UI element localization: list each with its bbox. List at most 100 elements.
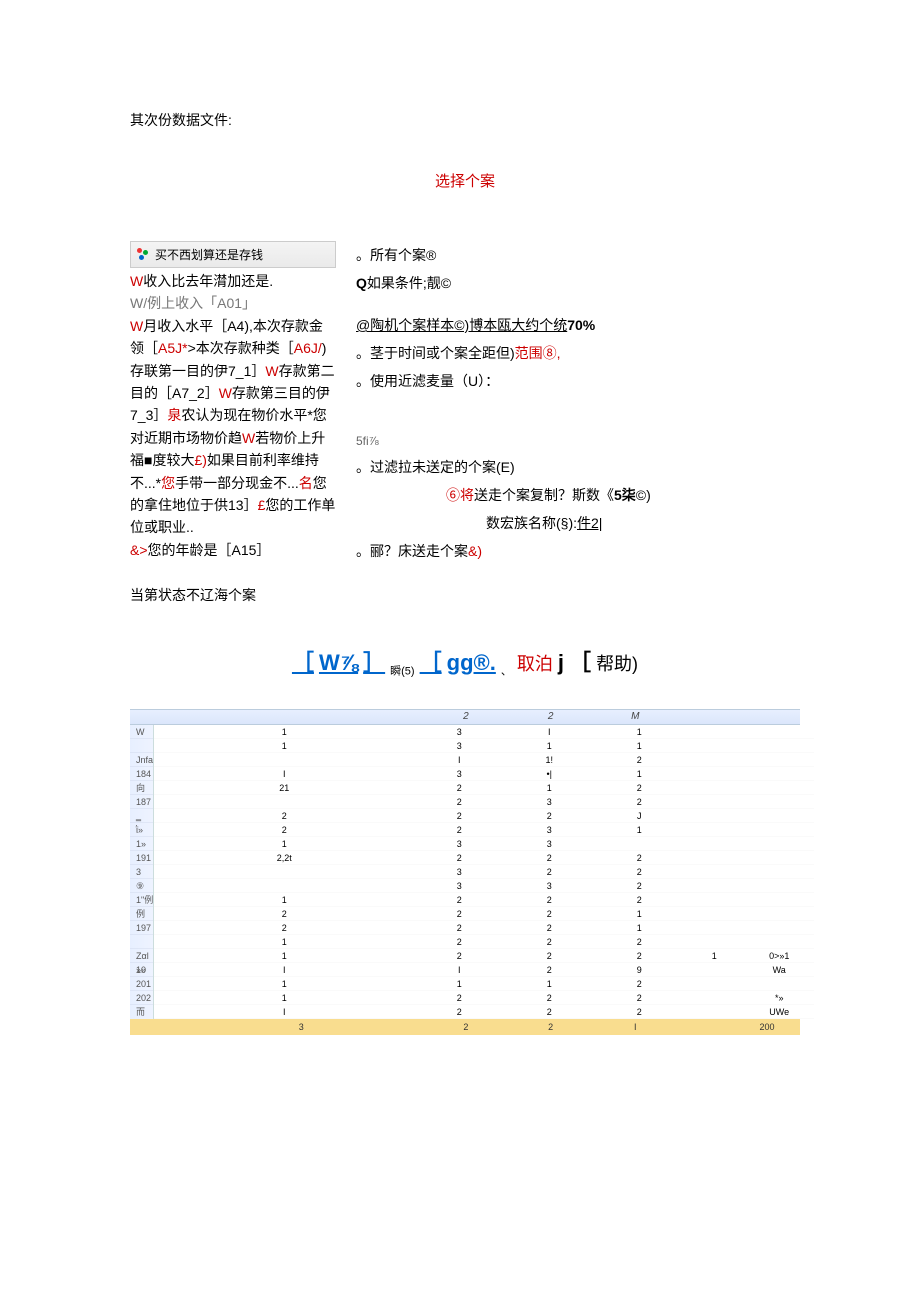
grid-cell: 2 — [504, 851, 594, 865]
grid-cell — [154, 879, 414, 893]
grid-cell: 1 — [154, 893, 414, 907]
grid-rowhead-cell: »0 — [130, 963, 153, 977]
var-marker: 泉 — [167, 407, 181, 423]
var-marker: W — [219, 385, 232, 401]
grid-cell: 1 — [504, 977, 594, 991]
option-time-range[interactable]: 茎于时间或个案全距但)范围⑧, — [356, 339, 800, 367]
grid-cell: 2 — [504, 935, 594, 949]
ad-banner: 买不西划算还是存钱 — [130, 241, 336, 268]
grid-cell: 2 — [154, 921, 414, 935]
option-prefix: ⑥将 — [446, 487, 474, 503]
option-prefix: Q — [356, 275, 367, 291]
grid-cell: 2 — [414, 851, 504, 865]
grid-cell — [684, 865, 744, 879]
status-line: 当第状态不辽海个案 — [130, 585, 800, 605]
grid-rowhead-cell: Jnfa 184 — [130, 753, 153, 767]
var-marker: &> — [130, 542, 148, 558]
grid-footer-cell: 3 — [179, 1022, 424, 1032]
hint-text: 5fi⅞ — [356, 429, 800, 453]
grid-cell — [744, 767, 814, 781]
grid-rowhead-cell: 201 — [130, 977, 153, 991]
grid-cell — [684, 935, 744, 949]
var-marker: W — [265, 363, 278, 379]
grid-cell: 1 — [154, 725, 414, 739]
grid-cell: 2 — [414, 893, 504, 907]
grid-cell: 3 — [414, 865, 504, 879]
option-filter-out[interactable]: 过滤拉未送定的个案(E) — [356, 453, 800, 481]
grid-cell — [154, 753, 414, 767]
grid-cell: 9 — [594, 963, 684, 977]
ok-button-fragment[interactable]: W⅞ — [319, 650, 358, 675]
grid-cell: 2 — [414, 991, 504, 1005]
grid-cell: 2 — [414, 795, 504, 809]
grid-rowhead-cell — [130, 739, 153, 753]
grid-cell: 2 — [154, 907, 414, 921]
grid-cell: 2 — [504, 809, 594, 823]
grid-cell: 1 — [154, 991, 414, 1005]
grid-cell: 2 — [594, 865, 684, 879]
grid-cell: 2 — [154, 823, 414, 837]
option-use-filter-var[interactable]: 使用近滤麦量（U）： — [356, 367, 800, 395]
option-suffix: 范围⑧, — [515, 345, 561, 361]
grid-cell: 2 — [414, 823, 504, 837]
grid-cell — [744, 865, 814, 879]
paste-button-fragment[interactable]: gg®. — [447, 650, 496, 675]
grid-footer-cell: 200 — [734, 1022, 800, 1032]
grid-cell: 2 — [414, 935, 504, 949]
grid-cell: 3 — [414, 879, 504, 893]
option-label: 送走个案复制？斯数《 — [474, 487, 614, 503]
grid-rowhead-column: WJnfa 184向187‗ῒ»1»1913⑨1"例例197Ζαl 1»»020… — [130, 725, 154, 1019]
grid-cell: 2 — [504, 963, 594, 977]
grid-cell: 1 — [594, 907, 684, 921]
grid-cell: 2 — [594, 795, 684, 809]
grid-cell: 3 — [504, 823, 594, 837]
grid-header-cell: M — [593, 711, 678, 722]
grid-cell: 21 — [154, 781, 414, 795]
grid-rowhead-cell: ῒ» — [130, 823, 153, 837]
grid-cell — [744, 809, 814, 823]
grid-header-cell: 2 — [508, 711, 593, 722]
dataset-name-row[interactable]: 数宏族名称(§):件2| — [356, 509, 800, 537]
grid-cell: 1 — [594, 767, 684, 781]
grid-cell: 2 — [414, 781, 504, 795]
help-button-fragment[interactable]: 帮助) — [596, 654, 638, 674]
grid-cell: 3 — [414, 739, 504, 753]
option-value: 5柒 — [614, 487, 636, 503]
grid-cell: 1 — [414, 977, 504, 991]
option-copy-selected[interactable]: ⑥将送走个案复制？斯数《5柒©) — [356, 481, 800, 509]
option-percent: 70% — [567, 317, 595, 333]
grid-rowhead-cell: W — [130, 725, 153, 739]
grid-cell: •| — [504, 767, 594, 781]
option-all-cases[interactable]: 所有个案® — [356, 241, 800, 269]
grid-cell: 2 — [594, 851, 684, 865]
options-panel: 所有个案® Q如果条件;靓© @陶机个案样本©)博本瓯大约个统70% 茎于时间或… — [356, 241, 800, 565]
grid-cell: 2 — [594, 935, 684, 949]
bracket: ［ — [569, 650, 591, 675]
grid-cell: 3 — [414, 767, 504, 781]
grid-cell — [744, 725, 814, 739]
bracket: ［ — [420, 650, 442, 675]
grid-cell: I — [154, 963, 414, 977]
option-if-condition[interactable]: Q如果条件;靓© — [356, 269, 800, 297]
option-random-sample[interactable]: @陶机个案样本©)博本瓯大约个统70% — [356, 311, 800, 339]
variable-list[interactable]: W收入比去年潸加还是. W/例上收入「A01」 W月收入水平［A4),本次存款金… — [130, 268, 336, 563]
grid-footer-cell: 2 — [424, 1022, 509, 1032]
grid-rowhead-cell: 1"例 — [130, 893, 153, 907]
grid-cell — [684, 739, 744, 753]
select-case-title: 选择个案 — [130, 170, 800, 191]
logo-dots-icon — [137, 248, 151, 262]
cancel-button-fragment[interactable]: 取泊 — [517, 654, 553, 674]
grid-rowhead-cell: 202而 — [130, 991, 153, 1005]
option-label: 茎于时间或个案全距但) — [370, 345, 515, 361]
data-grid[interactable]: 22M WJnfa 184向187‗ῒ»1»1913⑨1"例例197Ζαl 1»… — [130, 709, 800, 1035]
grid-footer-row: 322I200 — [130, 1019, 800, 1035]
grid-cell: 2 — [504, 949, 594, 963]
grid-cell — [744, 795, 814, 809]
option-delete-unselected[interactable]: 郦？床送走个案&) — [356, 537, 800, 565]
grid-cell — [744, 851, 814, 865]
var-marker: W/ — [130, 295, 147, 311]
grid-cell: I — [414, 963, 504, 977]
grid-cell — [744, 977, 814, 991]
grid-cell: 0>»1 — [744, 949, 814, 963]
grid-cell: 3 — [504, 795, 594, 809]
